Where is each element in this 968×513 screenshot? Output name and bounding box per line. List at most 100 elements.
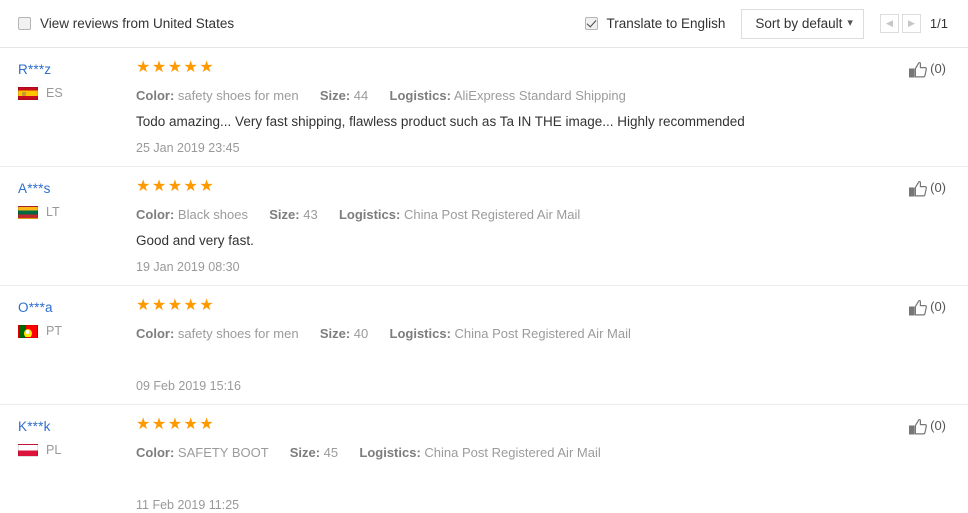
thumbs-up-icon xyxy=(909,61,928,78)
logistics-label: Logistics: xyxy=(359,445,421,460)
reviewer-name[interactable]: K***k xyxy=(18,419,51,434)
helpful-count: (0) xyxy=(930,299,946,314)
helpful-button[interactable]: (0) xyxy=(908,298,946,318)
size-label: Size: xyxy=(269,207,300,222)
size-label: Size: xyxy=(319,88,351,103)
helpful-count: (0) xyxy=(930,418,946,433)
checkbox-box-checked[interactable] xyxy=(584,17,598,30)
review-date: 09 Feb 2019 15:16 xyxy=(136,379,241,393)
translate-to-english-checkbox[interactable]: Translate to English xyxy=(584,16,726,31)
color-value: SAFETY BOOT xyxy=(177,445,269,460)
helpful-count: (0) xyxy=(930,61,946,76)
flag-icon-pt xyxy=(18,324,38,338)
chevron-down-icon: ▾ xyxy=(847,17,853,29)
thumbs-up-icon xyxy=(909,418,928,435)
review-date: 25 Jan 2019 23:45 xyxy=(136,141,240,155)
star-rating: ★★★★★ xyxy=(136,59,216,76)
triangle-left-icon: ◀ xyxy=(885,18,893,28)
size-value: 40 xyxy=(353,326,369,341)
reviewer-block: A***s LT xyxy=(18,178,136,274)
logistics-label: Logistics: xyxy=(389,326,451,341)
color-label: Color: xyxy=(136,88,175,103)
product-reviews-panel: View reviews from United States Translat… xyxy=(0,0,968,513)
size-value: 43 xyxy=(303,207,318,222)
triangle-right-icon: ▶ xyxy=(907,18,915,28)
page-count-label: 1/1 xyxy=(929,16,948,31)
color-label: Color: xyxy=(136,207,175,222)
review-body: ★★★★★ Color: Black shoes Size: 43 Logist… xyxy=(136,178,948,275)
reviewer-block: R***z ES xyxy=(18,59,136,155)
color-value: safety shoes for men xyxy=(177,88,299,103)
view-reviews-from-united-states-checkbox[interactable]: View reviews from United States xyxy=(18,16,234,31)
toolbar-left-group: View reviews from United States xyxy=(18,16,234,31)
color-value: Black shoes xyxy=(177,207,248,222)
helpful-button[interactable]: (0) xyxy=(908,60,946,80)
reviews-toolbar: View reviews from United States Translat… xyxy=(0,0,968,48)
thumbs-up-icon xyxy=(909,299,928,316)
reviewer-block: K***k PL xyxy=(18,416,136,512)
logistics-label: Logistics: xyxy=(389,88,451,103)
review-attributes: Color: Black shoes Size: 43 Logistics: C… xyxy=(136,207,948,222)
star-rating: ★★★★★ xyxy=(136,297,216,314)
top-pagination: ◀ ▶ 1/1 xyxy=(879,14,948,33)
translate-label: Translate to English xyxy=(606,16,726,31)
review-item: K***k PL ★★★★★ Color: SAFETY BOOT Size: … xyxy=(0,405,968,513)
review-date: 11 Feb 2019 11:25 xyxy=(136,498,240,512)
review-item: R***z ES ★★★★★ Color: safety shoes for m… xyxy=(0,48,968,167)
size-value: 45 xyxy=(323,445,339,460)
logistics-value: China Post Registered Air Mail xyxy=(403,207,581,222)
review-attributes: Color: safety shoes for men Size: 44 Log… xyxy=(136,88,948,103)
review-body: ★★★★★ Color: safety shoes for men Size: … xyxy=(136,297,948,394)
reviewer-country: PL xyxy=(18,443,136,457)
size-label: Size: xyxy=(319,326,351,341)
country-code: PT xyxy=(46,324,62,338)
reviewer-block: O***a PT xyxy=(18,297,136,393)
checkbox-box-unchecked[interactable] xyxy=(18,17,31,30)
flag-icon-lt xyxy=(18,205,38,219)
logistics-value: China Post Registered Air Mail xyxy=(454,326,631,341)
toolbar-right-group: Translate to English Sort by default ▾ ◀… xyxy=(584,8,948,39)
flag-icon-pl xyxy=(18,443,38,457)
review-body: ★★★★★ Color: SAFETY BOOT Size: 45 Logist… xyxy=(136,416,948,513)
helpful-button[interactable]: (0) xyxy=(908,179,946,199)
reviewer-name[interactable]: R***z xyxy=(18,62,51,77)
review-date: 19 Jan 2019 08:30 xyxy=(136,260,240,274)
size-value: 44 xyxy=(353,88,369,103)
reviewer-country: PT xyxy=(18,324,136,338)
review-text: Todo amazing... Very fast shipping, flaw… xyxy=(136,114,745,129)
view-reviews-label: View reviews from United States xyxy=(40,16,235,31)
country-code: PL xyxy=(46,443,62,457)
sort-by-label: Sort by default xyxy=(755,16,843,31)
helpful-button[interactable]: (0) xyxy=(908,417,946,437)
review-body: ★★★★★ Color: safety shoes for men Size: … xyxy=(136,59,948,156)
reviewer-country: LT xyxy=(18,205,136,219)
review-text xyxy=(136,351,948,370)
logistics-value: AliExpress Standard Shipping xyxy=(453,88,626,103)
size-label: Size: xyxy=(289,445,321,460)
pagination-next-button[interactable]: ▶ xyxy=(901,14,921,33)
reviewer-name[interactable]: O***a xyxy=(18,300,53,315)
color-label: Color: xyxy=(136,445,175,460)
review-list: R***z ES ★★★★★ Color: safety shoes for m… xyxy=(0,48,968,513)
review-text xyxy=(136,470,948,489)
reviewer-name[interactable]: A***s xyxy=(18,181,51,196)
review-attributes: Color: SAFETY BOOT Size: 45 Logistics: C… xyxy=(136,445,948,460)
review-item: A***s LT ★★★★★ Color: Black shoes Size: … xyxy=(0,167,968,286)
country-code: LT xyxy=(46,205,60,219)
logistics-value: China Post Registered Air Mail xyxy=(424,445,601,460)
logistics-label: Logistics: xyxy=(338,207,401,222)
star-rating: ★★★★★ xyxy=(136,416,216,433)
thumbs-up-icon xyxy=(909,180,928,197)
country-code: ES xyxy=(46,86,63,100)
review-text: Good and very fast. xyxy=(136,233,254,248)
reviewer-country: ES xyxy=(18,86,136,100)
color-value: safety shoes for men xyxy=(177,326,299,341)
helpful-count: (0) xyxy=(930,180,946,195)
review-attributes: Color: safety shoes for men Size: 40 Log… xyxy=(136,326,948,341)
color-label: Color: xyxy=(136,326,175,341)
pagination-prev-button[interactable]: ◀ xyxy=(879,14,899,33)
review-item: O***a PT ★★★★★ Color: safety shoes for m… xyxy=(0,286,968,405)
star-rating: ★★★★★ xyxy=(136,178,216,195)
sort-by-dropdown[interactable]: Sort by default ▾ xyxy=(741,8,864,39)
flag-icon-es xyxy=(18,86,38,100)
